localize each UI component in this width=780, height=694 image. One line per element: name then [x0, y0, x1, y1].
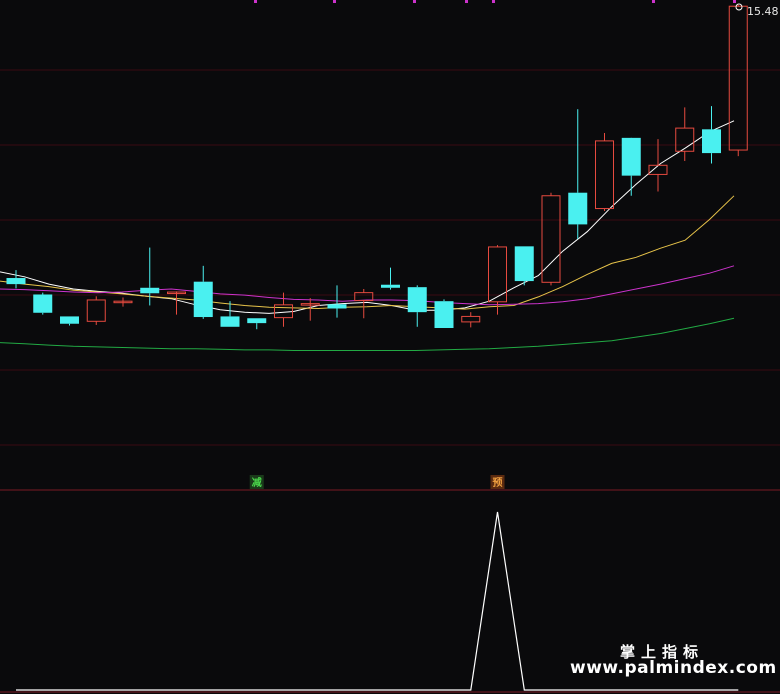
top-tick	[333, 0, 336, 3]
candle-body	[140, 287, 160, 294]
candle	[407, 285, 427, 327]
candle	[381, 267, 400, 290]
signal-markers: 减预	[249, 475, 505, 489]
top-tick	[733, 0, 736, 3]
top-tick	[652, 0, 655, 3]
signal-marker-label: 减	[252, 476, 262, 489]
candle-body	[702, 129, 721, 154]
candle-body	[728, 5, 748, 151]
watermark-url: www.palmindex.com	[570, 658, 777, 678]
candle-body	[220, 316, 240, 327]
candle-body	[33, 294, 53, 313]
candle-body	[621, 137, 641, 176]
candle	[434, 299, 454, 328]
candle	[354, 288, 374, 319]
candle-body	[60, 316, 79, 324]
ma-line-4	[0, 317, 735, 351]
candle	[461, 312, 481, 328]
candle	[33, 292, 53, 315]
top-tick	[413, 0, 416, 3]
candle-body	[274, 304, 293, 319]
signal-marker-label: 预	[493, 477, 503, 489]
candle-body	[354, 292, 374, 302]
last-price-marker: 15.48	[735, 3, 779, 18]
candle-body	[86, 299, 106, 322]
candle-body	[407, 287, 427, 313]
candle-body	[514, 246, 534, 282]
candle	[648, 139, 668, 192]
top-tick	[492, 0, 495, 3]
candle-body	[568, 192, 588, 225]
candle-body	[461, 315, 481, 323]
last-price-label: 15.48	[747, 5, 779, 18]
signal-marker: 预	[490, 475, 505, 489]
stock-chart: 15.48 减预	[0, 0, 780, 693]
candle	[86, 296, 106, 325]
candle	[514, 246, 534, 286]
candle	[6, 270, 26, 289]
candle	[568, 109, 588, 240]
candle-body	[193, 281, 213, 318]
candle-body	[595, 140, 614, 210]
candle-body	[675, 127, 695, 152]
candle	[541, 192, 561, 286]
candlesticks	[6, 5, 748, 330]
top-tick	[254, 0, 257, 3]
candle-body	[247, 318, 267, 324]
candle	[621, 137, 641, 196]
ma-line-3	[0, 265, 735, 306]
candle-body	[327, 304, 347, 309]
candle	[675, 107, 695, 162]
candle	[193, 265, 213, 319]
last-price-dot	[735, 3, 743, 11]
candle	[60, 316, 79, 326]
top-tick-marks	[254, 0, 736, 3]
candle	[247, 318, 267, 330]
candle-body	[648, 164, 668, 175]
candle	[702, 106, 721, 164]
top-tick	[465, 0, 468, 3]
candle	[113, 297, 133, 307]
candle-body	[381, 284, 400, 288]
candle-body	[6, 278, 26, 285]
candle	[728, 5, 748, 157]
grid-lines	[0, 69, 780, 693]
signal-marker: 减	[249, 475, 264, 489]
candle-body	[434, 301, 454, 328]
